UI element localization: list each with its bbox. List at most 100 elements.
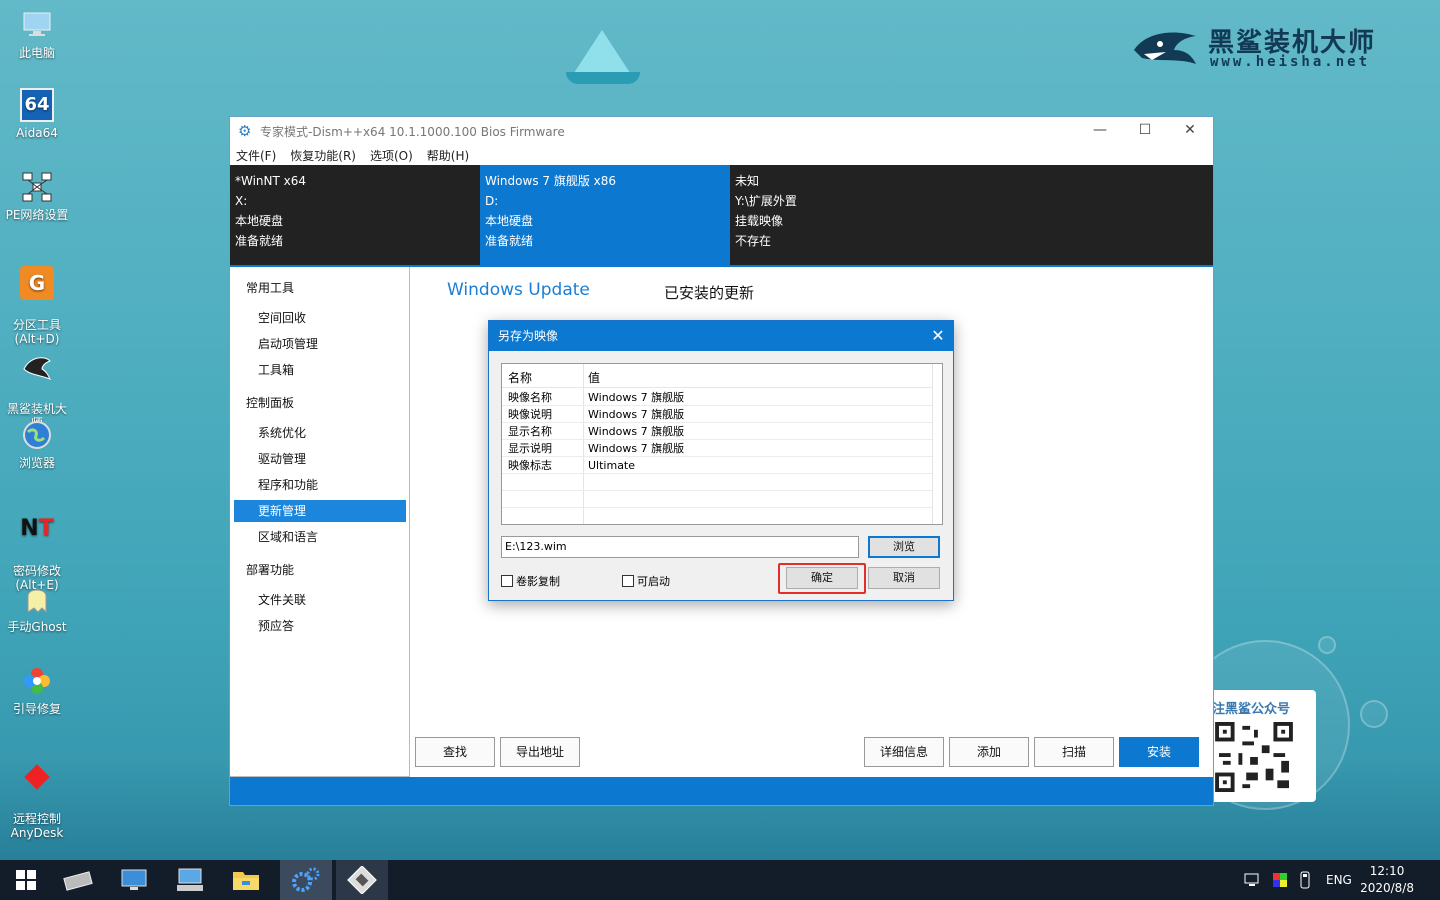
boot-repair-icon (20, 664, 54, 698)
windows-logo-icon (16, 870, 36, 890)
minimize-button[interactable]: — (1077, 117, 1123, 145)
desktop-icon-this-pc[interactable]: 此电脑 (0, 8, 74, 60)
drive-letter: D: (485, 194, 499, 208)
drive-tile-win7[interactable]: Windows 7 旗舰版 x86 D: 本地硬盘 准备就绪 (480, 165, 730, 265)
qr-code-icon (1215, 722, 1293, 792)
network-tray-icon[interactable] (1244, 872, 1262, 888)
row-value[interactable]: Windows 7 旗舰版 (588, 406, 928, 423)
taskbar-image-tool[interactable] (336, 860, 388, 900)
drive-os: *WinNT x64 (235, 174, 307, 188)
table-row[interactable]: 显示名称 Windows 7 旗舰版 (502, 423, 932, 440)
sidebar-item-optimize[interactable]: 系统优化 (234, 422, 406, 444)
language-indicator[interactable]: ENG (1326, 873, 1352, 887)
shark-logo-icon (1134, 32, 1196, 64)
menu-options[interactable]: 选项(O) (370, 147, 413, 164)
ok-button-highlight (778, 563, 866, 594)
desktop-icon-browser[interactable]: 浏览器 (0, 418, 74, 470)
tab-windows-update[interactable]: Windows Update (447, 280, 590, 300)
row-name: 映像名称 (508, 391, 552, 404)
row-value[interactable]: Windows 7 旗舰版 (588, 423, 928, 440)
dialog-titlebar[interactable]: 另存为映像 ✕ (489, 321, 953, 351)
taskbar-explorer[interactable] (220, 860, 272, 900)
table-row[interactable]: 映像标志 Ultimate (502, 457, 932, 474)
sidebar-item-startup[interactable]: 启动项管理 (234, 333, 406, 355)
drive-tile-unknown[interactable]: 未知 Y:\扩展外置 挂载映像 不存在 (730, 165, 980, 265)
sidebar-group-common-tools: 常用工具 (246, 281, 295, 295)
details-button[interactable]: 详细信息 (864, 737, 944, 767)
taskbar: ENG 12:10 2020/8/8 (0, 860, 1440, 900)
taskbar-computer[interactable] (164, 860, 216, 900)
desktop-icon-anydesk[interactable]: 远程控制 AnyDesk (0, 746, 74, 854)
gear-icon (292, 867, 320, 892)
usb-tray-icon[interactable] (1298, 871, 1312, 889)
start-button[interactable] (0, 860, 52, 900)
scan-button[interactable]: 扫描 (1034, 737, 1114, 767)
row-value[interactable]: Windows 7 旗舰版 (588, 389, 928, 406)
clock-time: 12:10 (1369, 864, 1405, 878)
column-header-name[interactable]: 名称 (508, 369, 582, 386)
shadow-copy-label: 卷影复制 (516, 575, 560, 588)
sidebar-item-programs[interactable]: 程序和功能 (234, 474, 406, 496)
drive-os: 未知 (735, 174, 760, 188)
desktop-sail (572, 30, 632, 76)
network-monitor-icon (121, 869, 147, 890)
menu-help[interactable]: 帮助(H) (427, 147, 469, 164)
bootable-label: 可启动 (637, 575, 670, 588)
column-header-value[interactable]: 值 (588, 369, 928, 386)
row-value[interactable]: Ultimate (588, 457, 928, 474)
export-address-button[interactable]: 导出地址 (500, 737, 580, 767)
taskbar-dism[interactable] (280, 860, 332, 900)
desktop-icon-aida64[interactable]: 64 Aida64 (0, 88, 74, 140)
drive-tile-winnt[interactable]: *WinNT x64 X: 本地硬盘 准备就绪 (230, 165, 480, 265)
checkbox-box[interactable] (501, 575, 513, 587)
desktop-icon-label: 引导修复 (12, 702, 61, 716)
row-name: 显示说明 (508, 442, 552, 455)
table-row[interactable]: 显示说明 Windows 7 旗舰版 (502, 440, 932, 457)
sidebar-item-space-reclaim[interactable]: 空间回收 (234, 307, 406, 329)
checkbox-box[interactable] (622, 575, 634, 587)
sidebar: 常用工具 空间回收 启动项管理 工具箱 控制面板 系统优化 驱动管理 程序和功能… (230, 267, 410, 777)
taskbar-network[interactable] (108, 860, 160, 900)
sidebar-item-toolbox[interactable]: 工具箱 (234, 359, 406, 381)
shadow-copy-checkbox[interactable]: 卷影复制 (501, 573, 560, 589)
install-button[interactable]: 安装 (1119, 737, 1199, 767)
heisha-icon (20, 350, 54, 384)
dialog-close-button[interactable]: ✕ (923, 321, 953, 351)
partition-tool-icon: G (20, 266, 54, 300)
close-button[interactable]: ✕ (1167, 117, 1213, 145)
tab-installed-updates[interactable]: 已安装的更新 (664, 282, 754, 303)
taskbar-disk-tool[interactable] (52, 860, 104, 900)
folder-icon (233, 872, 259, 890)
browse-button[interactable]: 浏览 (868, 536, 940, 558)
menu-file[interactable]: 文件(F) (236, 147, 276, 164)
sidebar-item-file-assoc[interactable]: 文件关联 (234, 589, 406, 611)
clock[interactable]: 12:10 2020/8/8 (1360, 863, 1414, 897)
bootable-checkbox[interactable]: 可启动 (622, 573, 670, 589)
computer-icon (20, 8, 54, 42)
sidebar-item-updates[interactable]: 更新管理 (234, 500, 406, 522)
color-tray-icon[interactable] (1272, 872, 1288, 888)
window-titlebar[interactable]: ⚙ 专家模式-Dism++x64 10.1.1000.100 Bios Firm… (230, 117, 1213, 145)
cancel-button[interactable]: 取消 (868, 567, 940, 589)
drive-os: Windows 7 旗舰版 x86 (485, 174, 617, 188)
find-button[interactable]: 查找 (415, 737, 495, 767)
menu-recovery[interactable]: 恢复功能(R) (290, 147, 356, 164)
maximize-button[interactable]: ☐ (1122, 117, 1168, 145)
keyboard-monitor-icon (177, 868, 203, 891)
desktop-bubble (1318, 636, 1336, 654)
drive-status: 准备就绪 (485, 234, 534, 248)
sidebar-item-answer-file[interactable]: 预应答 (234, 615, 406, 637)
table-row[interactable]: 映像名称 Windows 7 旗舰版 (502, 389, 932, 406)
row-value[interactable]: Windows 7 旗舰版 (588, 440, 928, 457)
desktop-icon-label: PE网络设置 (5, 208, 69, 222)
add-button[interactable]: 添加 (949, 737, 1029, 767)
sidebar-item-region[interactable]: 区域和语言 (234, 526, 406, 548)
grid-header: 名称 值 (502, 364, 932, 388)
desktop-icon-ghost[interactable]: 手动Ghost (0, 582, 74, 634)
desktop-icon-pe-network[interactable]: PE网络设置 (0, 170, 74, 222)
desktop-icon-boot-repair[interactable]: 引导修复 (0, 664, 74, 716)
drive-status: 不存在 (735, 234, 772, 248)
table-row[interactable]: 映像说明 Windows 7 旗舰版 (502, 406, 932, 423)
image-path-input[interactable]: E:\123.wim (501, 536, 859, 558)
sidebar-item-drivers[interactable]: 驱动管理 (234, 448, 406, 470)
